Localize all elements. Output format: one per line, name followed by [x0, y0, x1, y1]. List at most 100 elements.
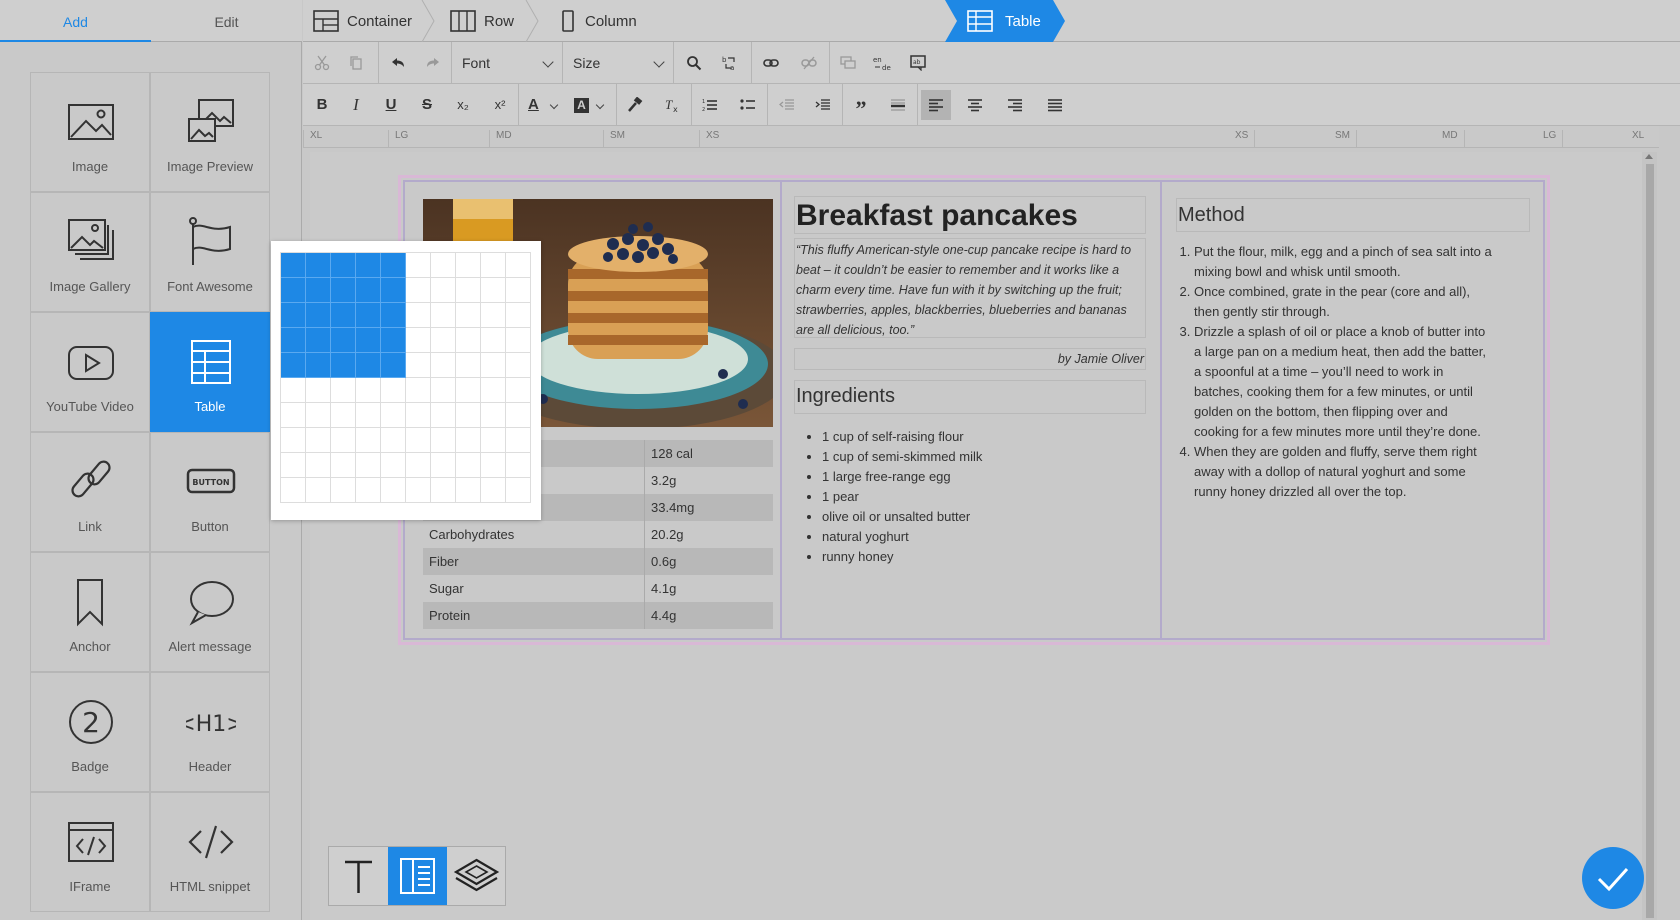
size-select[interactable]: Size	[563, 42, 674, 84]
picker-cell[interactable]	[456, 328, 481, 353]
ingredients-list[interactable]: 1 cup of self-raising flour1 cup of semi…	[782, 427, 982, 567]
picker-cell[interactable]	[456, 428, 481, 453]
nutrient-value[interactable]: 0.6g	[645, 548, 676, 575]
align-center-button[interactable]	[960, 90, 990, 120]
ingredient-item[interactable]: runny honey	[822, 547, 982, 567]
picker-cell[interactable]	[406, 278, 431, 303]
ingredient-item[interactable]: natural yoghurt	[822, 527, 982, 547]
picker-cell[interactable]	[481, 453, 506, 478]
table-row[interactable]: Fiber 0.6g	[423, 548, 773, 575]
picker-cell[interactable]	[481, 328, 506, 353]
picker-cell[interactable]	[306, 478, 331, 503]
picker-cell[interactable]	[381, 353, 406, 378]
picker-cell[interactable]	[356, 278, 381, 303]
nutrient-value[interactable]: 4.4g	[645, 602, 676, 629]
table-size-grid[interactable]	[280, 252, 531, 503]
picker-cell[interactable]	[506, 478, 531, 503]
strikethrough-button[interactable]: S	[412, 90, 442, 120]
block-anchor[interactable]: Anchor	[30, 552, 150, 672]
block-header[interactable]: <H1> Header	[150, 672, 270, 792]
picker-cell[interactable]	[281, 353, 306, 378]
picker-cell[interactable]	[281, 403, 306, 428]
recipe-title[interactable]: Breakfast pancakes	[796, 199, 1078, 233]
picker-cell[interactable]	[481, 278, 506, 303]
picker-cell[interactable]	[281, 303, 306, 328]
block-alert-message[interactable]: Alert message	[150, 552, 270, 672]
picker-cell[interactable]	[331, 478, 356, 503]
ruler-mark[interactable]: XS	[699, 130, 719, 148]
block-html-snippet[interactable]: HTML snippet	[150, 792, 270, 912]
picker-cell[interactable]	[356, 403, 381, 428]
ruler-mark[interactable]: LG	[1543, 130, 1564, 148]
picker-cell[interactable]	[381, 453, 406, 478]
picker-cell[interactable]	[331, 403, 356, 428]
layers-mode-button[interactable]	[447, 847, 506, 905]
picker-cell[interactable]	[431, 328, 456, 353]
picker-cell[interactable]	[356, 378, 381, 403]
recipe-author[interactable]: by Jamie Oliver	[796, 349, 1144, 369]
picker-cell[interactable]	[406, 378, 431, 403]
picker-cell[interactable]	[406, 403, 431, 428]
replace-button[interactable]: ba	[715, 48, 745, 78]
picker-cell[interactable]	[281, 478, 306, 503]
picker-cell[interactable]	[281, 378, 306, 403]
nutrient-name[interactable]: Protein	[423, 602, 645, 629]
picker-cell[interactable]	[306, 253, 331, 278]
picker-cell[interactable]	[381, 428, 406, 453]
picker-cell[interactable]	[406, 328, 431, 353]
block-iframe[interactable]: IFrame	[30, 792, 150, 912]
table-row[interactable]: Protein 4.4g	[423, 602, 773, 629]
nutrient-value[interactable]: 33.4mg	[645, 494, 694, 521]
picker-cell[interactable]	[331, 303, 356, 328]
block-link[interactable]: Link	[30, 432, 150, 552]
ruler-mark[interactable]: LG	[388, 130, 408, 148]
method-heading[interactable]: Method	[1178, 204, 1245, 227]
picker-cell[interactable]	[456, 303, 481, 328]
picker-cell[interactable]	[331, 253, 356, 278]
picker-cell[interactable]	[356, 478, 381, 503]
picker-cell[interactable]	[331, 278, 356, 303]
crumb-container[interactable]: Container	[303, 0, 421, 42]
copy-button[interactable]	[341, 48, 371, 78]
table-row[interactable]: Carbohydrates 20.2g	[423, 521, 773, 548]
picker-cell[interactable]	[331, 328, 356, 353]
method-step[interactable]: Once combined, grate in the pear (core a…	[1194, 282, 1496, 322]
picker-cell[interactable]	[406, 478, 431, 503]
align-left-button[interactable]	[921, 90, 951, 120]
translate-button[interactable]: en de	[868, 48, 898, 78]
crumb-table[interactable]: Table	[945, 0, 1065, 42]
ingredient-item[interactable]: 1 cup of self-raising flour	[822, 427, 982, 447]
picker-cell[interactable]	[481, 428, 506, 453]
font-select[interactable]: Font	[452, 42, 563, 84]
picker-cell[interactable]	[356, 303, 381, 328]
picker-cell[interactable]	[281, 328, 306, 353]
outdent-button[interactable]	[772, 90, 802, 120]
ingredient-item[interactable]: 1 cup of semi-skimmed milk	[822, 447, 982, 467]
confirm-button[interactable]	[1582, 847, 1644, 909]
superscript-button[interactable]: x²	[485, 90, 515, 120]
picker-cell[interactable]	[306, 303, 331, 328]
underline-button[interactable]: U	[376, 90, 406, 120]
picker-cell[interactable]	[456, 278, 481, 303]
tab-add[interactable]: Add	[0, 0, 151, 42]
picker-cell[interactable]	[381, 328, 406, 353]
picker-cell[interactable]	[406, 428, 431, 453]
scrollbar-thumb[interactable]	[1646, 164, 1654, 918]
redo-button[interactable]	[418, 48, 448, 78]
column-method[interactable]: Method Put the flour, milk, egg and a pi…	[1162, 182, 1542, 638]
blockquote-button[interactable]: ”	[846, 90, 876, 121]
picker-cell[interactable]	[381, 478, 406, 503]
picker-cell[interactable]	[481, 403, 506, 428]
recipe-quote[interactable]: “This fluffy American-style one-cup panc…	[796, 240, 1144, 340]
clear-format-button[interactable]: Tx	[657, 90, 687, 120]
picker-cell[interactable]	[306, 378, 331, 403]
picker-cell[interactable]	[456, 403, 481, 428]
picker-cell[interactable]	[506, 278, 531, 303]
unlink-button[interactable]	[794, 48, 824, 78]
picker-cell[interactable]	[431, 478, 456, 503]
picker-cell[interactable]	[356, 328, 381, 353]
picker-cell[interactable]	[506, 303, 531, 328]
picker-cell[interactable]	[431, 378, 456, 403]
picker-cell[interactable]	[456, 353, 481, 378]
picker-cell[interactable]	[356, 253, 381, 278]
